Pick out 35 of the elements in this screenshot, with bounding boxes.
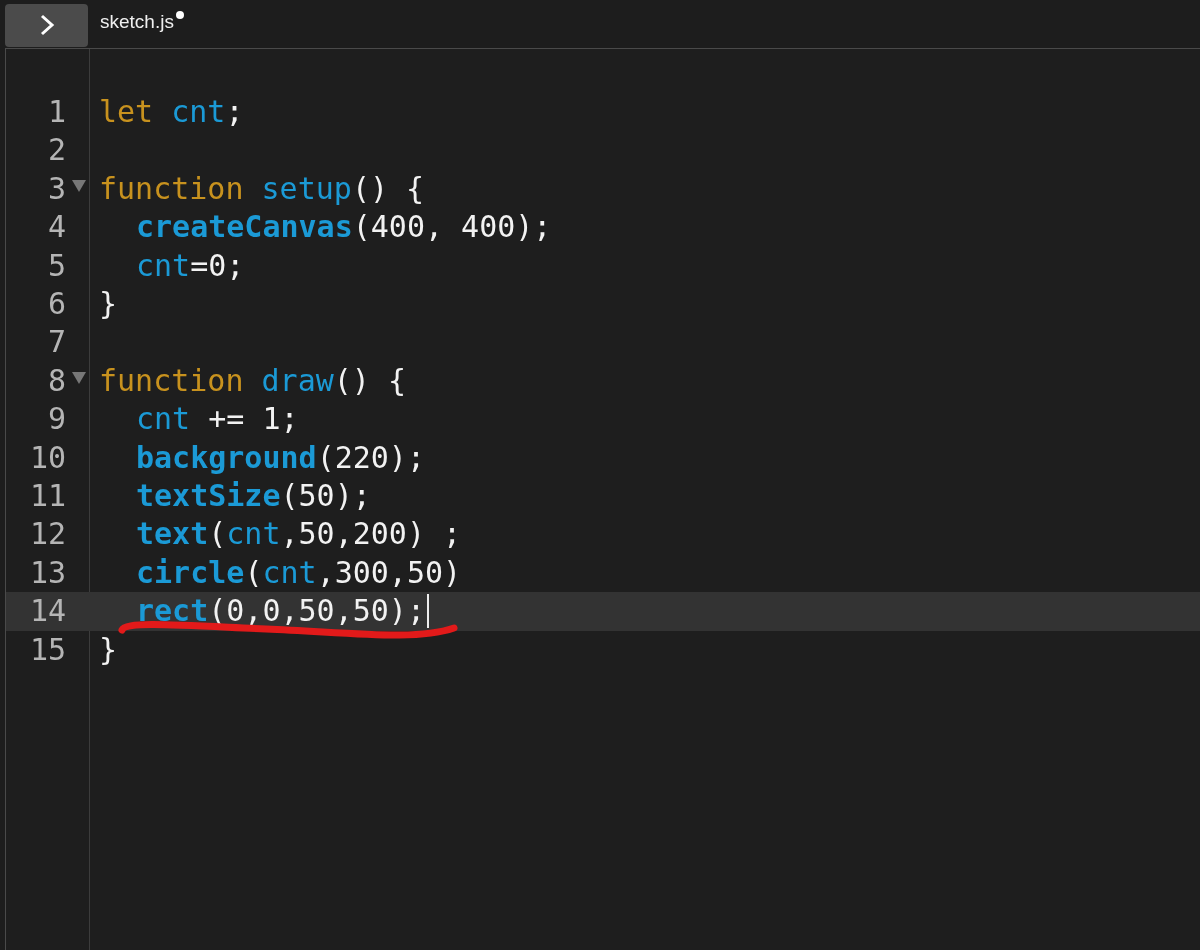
code-line: text(cnt,50,200) ; — [136, 515, 462, 554]
code-line: function setup() { — [99, 169, 425, 208]
line-number: 10 — [29, 438, 66, 477]
code-line: } — [99, 630, 118, 669]
line-number: 12 — [29, 515, 66, 554]
code-line: textSize(50); — [136, 477, 371, 516]
fold-triangle-icon[interactable] — [72, 371, 86, 384]
code-line: function draw() { — [99, 361, 407, 400]
line-number: 13 — [29, 553, 66, 592]
line-number: 5 — [47, 246, 66, 285]
code-line: background(220); — [136, 438, 425, 477]
line-number: 4 — [47, 208, 66, 247]
file-tab[interactable]: sketch.js — [100, 7, 184, 41]
code-line: } — [99, 285, 118, 324]
code-line: let cnt; — [99, 93, 244, 131]
code-line: createCanvas(400, 400); — [136, 208, 552, 247]
line-number: 3 — [47, 169, 66, 208]
line-number: 2 — [47, 131, 66, 170]
chevron-right-icon — [38, 14, 55, 36]
run-toggle-button[interactable] — [5, 3, 88, 47]
line-number: 14 — [29, 592, 66, 631]
line-number: 8 — [47, 361, 66, 400]
line-number: 6 — [47, 285, 66, 324]
code-line: cnt=0; — [136, 246, 245, 285]
line-number: 11 — [29, 477, 66, 516]
code-line: rect(0,0,50,50); — [136, 592, 425, 631]
line-number: 7 — [47, 323, 66, 362]
code-line: cnt += 1; — [136, 400, 299, 439]
line-number: 15 — [29, 630, 66, 669]
code-line: circle(cnt,300,50) — [136, 553, 462, 592]
text-cursor — [427, 594, 429, 629]
line-number: 9 — [47, 400, 66, 439]
fold-triangle-icon[interactable] — [72, 179, 86, 192]
code-editor[interactable] — [5, 48, 1200, 950]
line-number: 1 — [47, 93, 66, 131]
